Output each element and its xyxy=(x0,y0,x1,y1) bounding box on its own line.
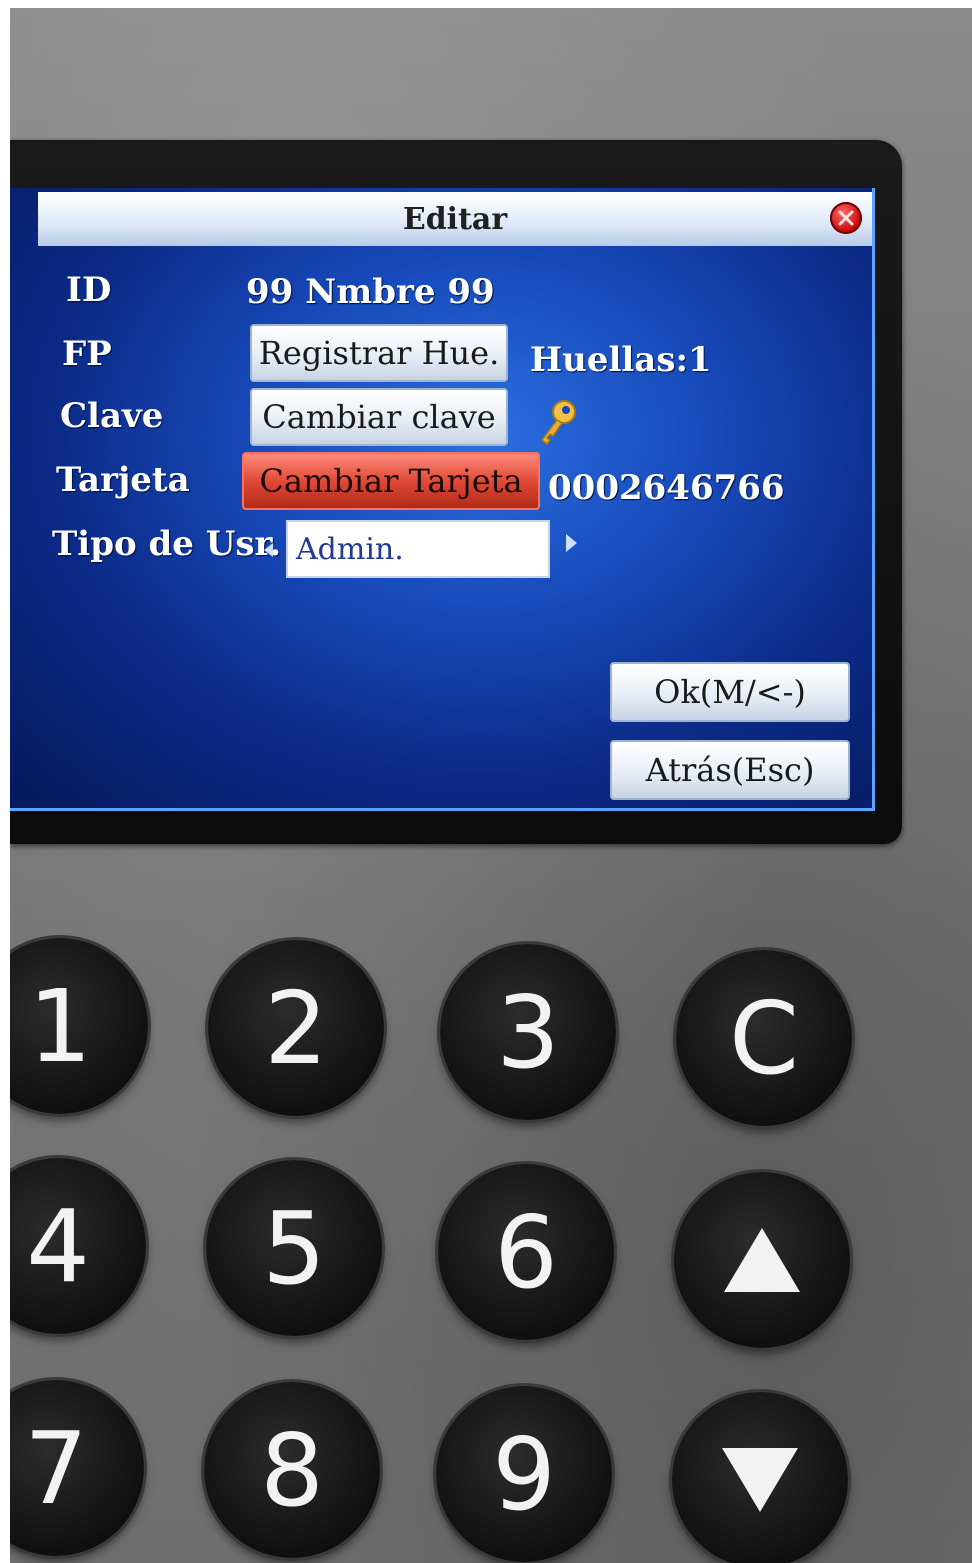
key-9[interactable]: 9 xyxy=(436,1386,612,1562)
key-1[interactable]: 1 xyxy=(10,938,148,1114)
register-fingerprint-button[interactable]: Registrar Hue. xyxy=(250,324,508,382)
fp-label: FP xyxy=(62,334,112,374)
key-down[interactable] xyxy=(672,1392,848,1563)
card-number: 0002646766 xyxy=(548,468,785,508)
key-2[interactable]: 2 xyxy=(208,940,384,1116)
password-label: Clave xyxy=(60,396,164,436)
key-4[interactable]: 4 xyxy=(10,1158,146,1334)
key-c[interactable]: C xyxy=(676,950,852,1126)
change-card-button[interactable]: Cambiar Tarjeta xyxy=(242,452,540,510)
key-up[interactable] xyxy=(674,1172,850,1348)
close-icon[interactable] xyxy=(830,202,862,234)
window-title: Editar xyxy=(402,201,508,237)
key-6[interactable]: 6 xyxy=(438,1164,614,1340)
device-photo: Editar ID 99 Nmbre 99 FP Registrar Hue. … xyxy=(10,8,972,1563)
key-3[interactable]: 3 xyxy=(440,944,616,1120)
up-arrow-icon xyxy=(724,1228,800,1292)
fingerprint-count: Huellas:1 xyxy=(530,340,712,380)
key-icon xyxy=(536,398,580,450)
id-value: 99 Nmbre 99 xyxy=(246,272,495,312)
down-arrow-icon xyxy=(722,1448,798,1512)
id-label: ID xyxy=(66,270,112,310)
previous-option-icon[interactable] xyxy=(264,543,273,557)
user-type-selected: Admin. xyxy=(296,531,404,567)
back-button[interactable]: Atrás(Esc) xyxy=(610,740,850,800)
key-8[interactable]: 8 xyxy=(204,1382,380,1558)
card-label: Tarjeta xyxy=(56,460,190,500)
next-option-icon[interactable] xyxy=(566,534,577,552)
user-type-label: Tipo de Usr. xyxy=(52,524,282,564)
ok-button[interactable]: Ok(M/<-) xyxy=(610,662,850,722)
key-5[interactable]: 5 xyxy=(206,1160,382,1336)
key-7[interactable]: 7 xyxy=(10,1380,144,1556)
user-type-select[interactable]: Admin. xyxy=(286,520,550,578)
device-screen: Editar ID 99 Nmbre 99 FP Registrar Hue. … xyxy=(10,188,875,811)
change-password-button[interactable]: Cambiar clave xyxy=(250,388,508,446)
title-bar: Editar xyxy=(38,192,872,246)
